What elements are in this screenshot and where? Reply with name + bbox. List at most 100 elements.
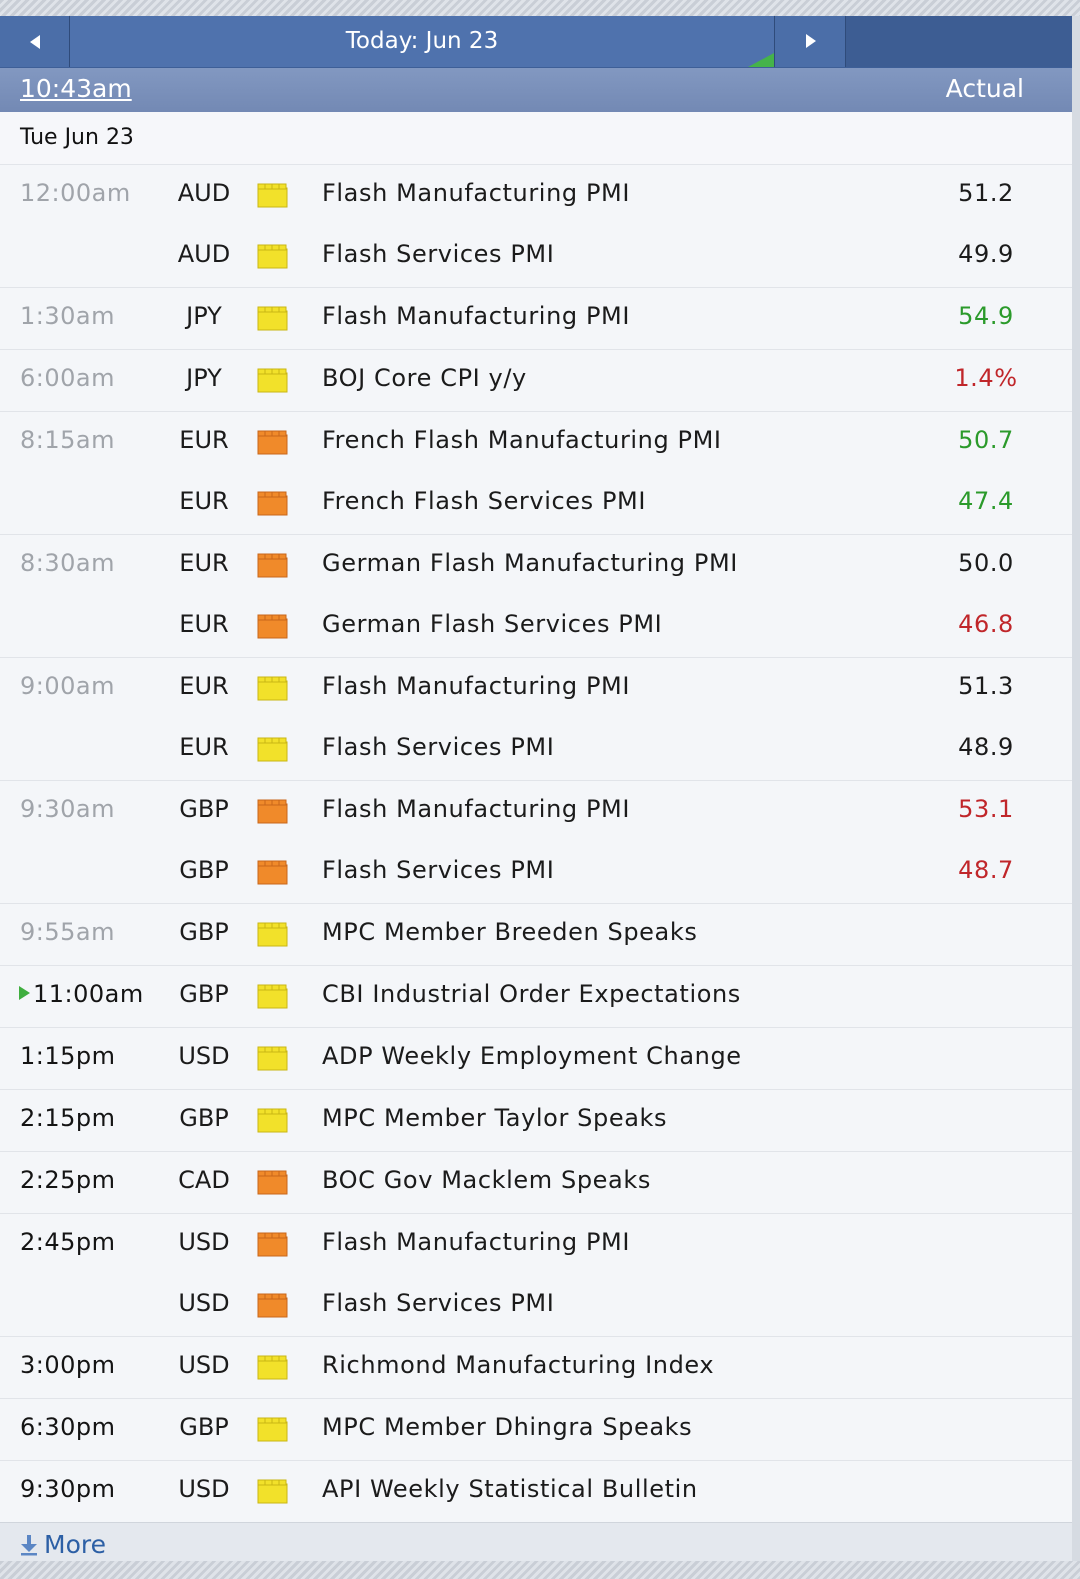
event-time: 11:00am bbox=[19, 980, 144, 1008]
top-border bbox=[0, 0, 1080, 16]
event-time-text: 9:30am bbox=[20, 795, 115, 823]
impact-low-folder-icon bbox=[257, 1479, 288, 1504]
event-time-text: 1:30am bbox=[20, 302, 115, 330]
event-row[interactable]: 9:30pm USD API Weekly Statistical Bulletin bbox=[0, 1461, 1072, 1522]
event-actual-value: 48.7 bbox=[958, 856, 1014, 884]
event-row[interactable]: 2:15pm GBP MPC Member Taylor Speaks bbox=[0, 1090, 1072, 1151]
event-currency: USD bbox=[178, 1289, 230, 1317]
event-title: German Flash Manufacturing PMI bbox=[322, 549, 738, 577]
event-row[interactable]: EUR German Flash Services PMI 46.8 bbox=[0, 596, 1072, 657]
event-currency: JPY bbox=[186, 302, 222, 330]
event-time-text: 6:00am bbox=[20, 364, 115, 392]
event-row[interactable]: 9:00am EUR Flash Manufacturing PMI 51.3 bbox=[0, 658, 1072, 719]
event-time-text: 6:30pm bbox=[20, 1413, 116, 1441]
event-row[interactable]: 2:45pm USD Flash Manufacturing PMI bbox=[0, 1214, 1072, 1275]
event-actual-value: 48.9 bbox=[958, 733, 1014, 761]
event-currency: GBP bbox=[179, 856, 229, 884]
event-row[interactable]: 1:30am JPY Flash Manufacturing PMI 54.9 bbox=[0, 288, 1072, 349]
event-actual-value: 53.1 bbox=[958, 795, 1014, 823]
download-arrow-icon bbox=[21, 1535, 37, 1556]
more-button[interactable]: More bbox=[0, 1522, 1072, 1561]
event-currency: JPY bbox=[186, 364, 222, 392]
event-currency: CAD bbox=[178, 1166, 230, 1194]
impact-low-folder-icon bbox=[257, 244, 288, 269]
event-row[interactable]: 8:15am EUR French Flash Manufacturing PMI 5… bbox=[0, 412, 1072, 473]
event-time: 3:00pm bbox=[20, 1351, 116, 1379]
event-title: Flash Services PMI bbox=[322, 733, 555, 761]
event-row[interactable]: 11:00am GBP CBI Industrial Order Expectati… bbox=[0, 966, 1072, 1027]
time-group: 1:30am JPY Flash Manufacturing PMI 54.9 bbox=[0, 288, 1072, 350]
event-row[interactable]: 9:55am GBP MPC Member Breeden Speaks bbox=[0, 904, 1072, 965]
event-title: MPC Member Breeden Speaks bbox=[322, 918, 698, 946]
event-actual-value: 51.2 bbox=[958, 179, 1014, 207]
event-row[interactable]: 6:00am JPY BOJ Core CPI y/y 1.4% bbox=[0, 350, 1072, 411]
event-currency: GBP bbox=[179, 1104, 229, 1132]
time-group: 1:15pm USD ADP Weekly Employment Change bbox=[0, 1028, 1072, 1090]
event-currency: USD bbox=[178, 1351, 230, 1379]
time-group: 6:30pm GBP MPC Member Dhingra Speaks bbox=[0, 1399, 1072, 1461]
event-row[interactable]: AUD Flash Services PMI 49.9 bbox=[0, 226, 1072, 287]
impact-medium-folder-icon bbox=[257, 799, 288, 824]
event-row[interactable]: 12:00am AUD Flash Manufacturing PMI 51.2 bbox=[0, 165, 1072, 226]
impact-low-folder-icon bbox=[257, 1046, 288, 1071]
impact-medium-folder-icon bbox=[257, 491, 288, 516]
current-day-title[interactable]: Today: Jun 23 bbox=[70, 16, 775, 67]
event-title: Flash Services PMI bbox=[322, 1289, 555, 1317]
event-title: MPC Member Taylor Speaks bbox=[322, 1104, 668, 1132]
time-group: 9:30am GBP Flash Manufacturing PMI 53.1 GBP F… bbox=[0, 781, 1072, 904]
day-header: Tue Jun 23 bbox=[0, 112, 1072, 165]
current-time-link[interactable]: 10:43am bbox=[20, 74, 132, 103]
time-group: 9:30pm USD API Weekly Statistical Bulletin bbox=[0, 1461, 1072, 1523]
prev-day-button[interactable] bbox=[0, 16, 70, 67]
event-row[interactable]: 8:30am EUR German Flash Manufacturing PMI 5… bbox=[0, 535, 1072, 596]
event-time: 8:15am bbox=[20, 426, 115, 454]
event-time-text: 8:15am bbox=[20, 426, 115, 454]
event-title: Flash Manufacturing PMI bbox=[322, 302, 630, 330]
event-currency: EUR bbox=[179, 610, 229, 638]
time-group: 2:15pm GBP MPC Member Taylor Speaks bbox=[0, 1090, 1072, 1152]
event-currency: EUR bbox=[179, 549, 229, 577]
event-row[interactable]: 1:15pm USD ADP Weekly Employment Change bbox=[0, 1028, 1072, 1089]
bottom-border bbox=[0, 1561, 1080, 1579]
event-actual-value: 54.9 bbox=[958, 302, 1014, 330]
event-title: CBI Industrial Order Expectations bbox=[322, 980, 741, 1008]
event-row[interactable]: 3:00pm USD Richmond Manufacturing Index bbox=[0, 1337, 1072, 1398]
event-currency: USD bbox=[178, 1228, 230, 1256]
impact-low-folder-icon bbox=[257, 1417, 288, 1442]
impact-medium-folder-icon bbox=[257, 1232, 288, 1257]
time-group: 2:45pm USD Flash Manufacturing PMI USD Flash… bbox=[0, 1214, 1072, 1337]
next-day-button[interactable] bbox=[775, 16, 846, 67]
event-actual-value: 50.0 bbox=[958, 549, 1014, 577]
impact-low-folder-icon bbox=[257, 922, 288, 947]
event-row[interactable]: 2:25pm CAD BOC Gov Macklem Speaks bbox=[0, 1152, 1072, 1213]
event-time-text: 9:30pm bbox=[20, 1475, 116, 1503]
nav-bar-filler bbox=[846, 16, 1072, 67]
event-row[interactable]: 9:30am GBP Flash Manufacturing PMI 53.1 bbox=[0, 781, 1072, 842]
event-time-text: 8:30am bbox=[20, 549, 115, 577]
event-title: Flash Services PMI bbox=[322, 856, 555, 884]
event-row[interactable]: EUR Flash Services PMI 48.9 bbox=[0, 719, 1072, 780]
event-currency: USD bbox=[178, 1042, 230, 1070]
event-time: 12:00am bbox=[20, 179, 131, 207]
event-currency: AUD bbox=[177, 179, 231, 207]
event-currency: AUD bbox=[177, 240, 231, 268]
event-row[interactable]: USD Flash Services PMI bbox=[0, 1275, 1072, 1336]
event-time: 1:30am bbox=[20, 302, 115, 330]
event-actual-value: 47.4 bbox=[958, 487, 1014, 515]
next-event-play-icon bbox=[19, 986, 30, 1000]
event-title: ADP Weekly Employment Change bbox=[322, 1042, 742, 1070]
event-row[interactable]: GBP Flash Services PMI 48.7 bbox=[0, 842, 1072, 903]
impact-low-folder-icon bbox=[257, 368, 288, 393]
event-currency: GBP bbox=[179, 918, 229, 946]
impact-medium-folder-icon bbox=[257, 1293, 288, 1318]
time-group: 9:55am GBP MPC Member Breeden Speaks bbox=[0, 904, 1072, 966]
time-group: 8:30am EUR German Flash Manufacturing PMI 5… bbox=[0, 535, 1072, 658]
event-row[interactable]: 6:30pm GBP MPC Member Dhingra Speaks bbox=[0, 1399, 1072, 1460]
event-time: 9:30pm bbox=[20, 1475, 116, 1503]
event-row[interactable]: EUR French Flash Services PMI 47.4 bbox=[0, 473, 1072, 534]
event-actual-value: 50.7 bbox=[958, 426, 1014, 454]
impact-medium-folder-icon bbox=[257, 1170, 288, 1195]
event-title: MPC Member Dhingra Speaks bbox=[322, 1413, 693, 1441]
time-group: 8:15am EUR French Flash Manufacturing PMI 5… bbox=[0, 412, 1072, 535]
event-currency: EUR bbox=[179, 426, 229, 454]
